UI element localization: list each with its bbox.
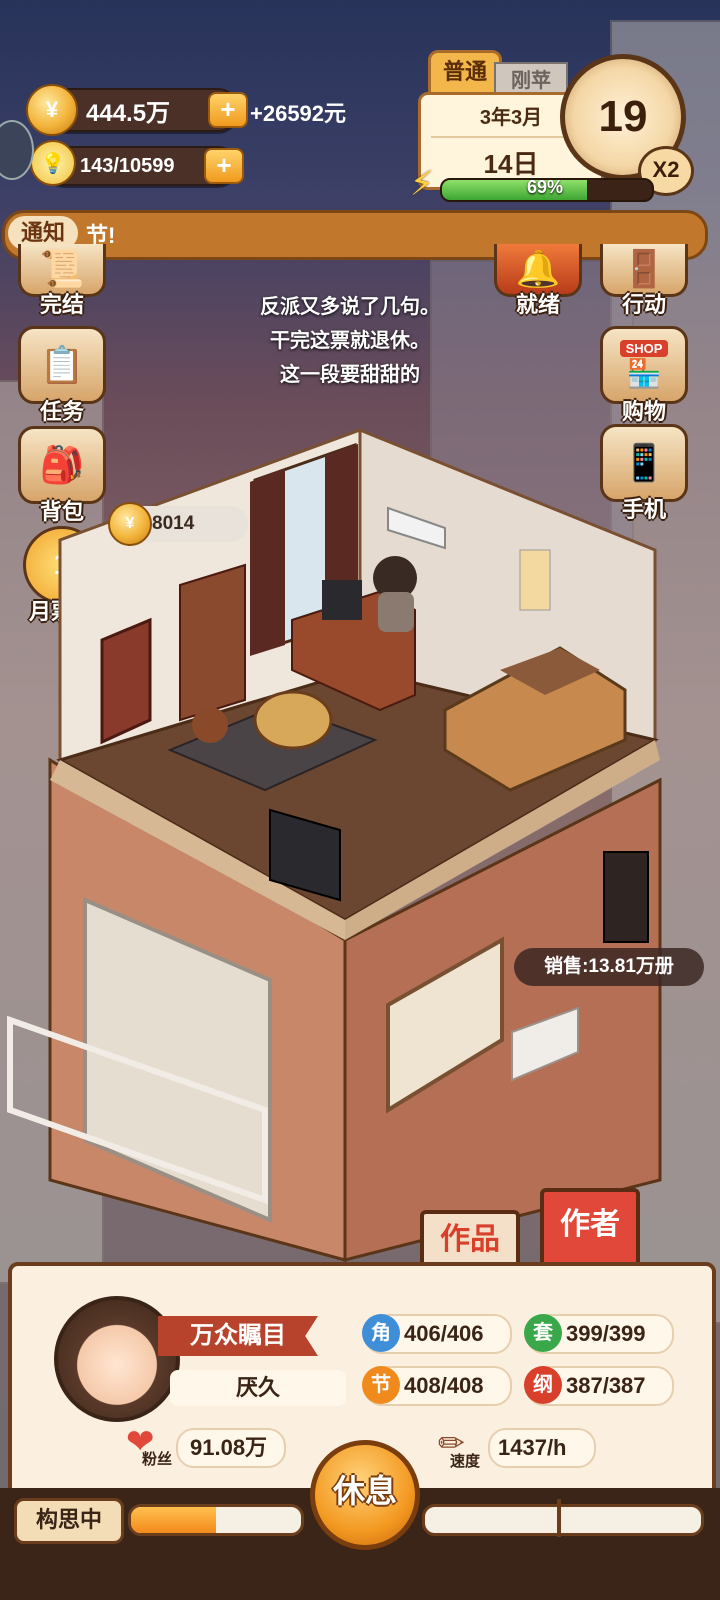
- stat-pacing: 节 408/408: [362, 1366, 512, 1406]
- cat-bed: [253, 690, 333, 750]
- coin-icon: ¥: [26, 84, 78, 136]
- sales-count: 销售:13.81万册: [514, 948, 704, 986]
- shop-button[interactable]: SHOP 🏪 购物: [598, 326, 690, 426]
- shop-badge: SHOP: [619, 340, 669, 357]
- routine-icon: 套: [524, 1314, 562, 1352]
- stat-character-value: 406/406: [404, 1321, 484, 1346]
- money-value: 444.5万: [86, 99, 171, 127]
- finish-button[interactable]: 📜 完结: [16, 244, 108, 319]
- ideas-value: 143/10599: [80, 154, 175, 177]
- energy-label: 69%: [526, 177, 564, 197]
- add-money-button[interactable]: +: [208, 92, 248, 128]
- stat-outline: 纲 387/387: [524, 1366, 674, 1406]
- add-ideas-button[interactable]: +: [204, 148, 244, 184]
- action-label: 行动: [621, 292, 666, 317]
- lightning-icon[interactable]: ⚡: [410, 164, 444, 204]
- outline-icon: 纲: [524, 1366, 562, 1404]
- stat-routine: 套 399/399: [524, 1314, 674, 1354]
- fans-label: 粉丝: [142, 1451, 173, 1468]
- status-label: 构思中: [14, 1498, 124, 1544]
- stat-routine-value: 399/399: [566, 1321, 646, 1346]
- works-tab[interactable]: 作品: [420, 1210, 520, 1270]
- fans-count: 91.08万: [176, 1428, 286, 1468]
- pacing-icon: 节: [362, 1366, 400, 1404]
- monitor: [322, 580, 362, 620]
- writing-progress-fill: [131, 1507, 216, 1533]
- stat-pacing-value: 408/408: [404, 1373, 484, 1398]
- curtain-left: [250, 468, 285, 656]
- money-delta: +26592元: [250, 101, 347, 126]
- dialog-box: 反派又多说了几句。 干完这票就退休。 这一段要甜甜的: [220, 290, 480, 392]
- assistant-face-icon[interactable]: [0, 120, 34, 180]
- speed-label: 速度: [450, 1453, 481, 1470]
- shop-icon: SHOP 🏪: [600, 326, 688, 404]
- author-tab[interactable]: 作者: [540, 1188, 640, 1268]
- countdown-value: 19: [598, 92, 648, 141]
- poster: [519, 549, 551, 611]
- door: [100, 617, 152, 745]
- ready-label: 就绪: [515, 292, 560, 317]
- action-button[interactable]: 🚪 行动: [598, 244, 690, 319]
- coin-bubble-value: 8014: [152, 513, 195, 534]
- tasks-button[interactable]: 📋 任务: [16, 326, 108, 426]
- speed-stat: 1437/h: [488, 1428, 596, 1468]
- difficulty-badge: 普通: [428, 50, 502, 96]
- room-scene[interactable]: [0, 420, 720, 1280]
- stat-outline-value: 387/387: [566, 1373, 646, 1398]
- speed-value: 1437/h: [498, 1435, 567, 1460]
- dog: [192, 707, 228, 743]
- rest-button[interactable]: 休息: [310, 1440, 420, 1550]
- author-avatar[interactable]: [54, 1296, 180, 1422]
- side-door: [603, 851, 649, 943]
- coin-bubble[interactable]: ¥ 8014: [108, 502, 248, 546]
- dialog-line-2: 干完这票就退休。: [270, 330, 430, 352]
- stat-character: 角 406/406: [362, 1314, 512, 1354]
- author-title: 万众瞩目: [158, 1316, 318, 1356]
- lightbulb-icon: 💡: [30, 140, 76, 186]
- dialog-line-3: 这一段要甜甜的: [280, 364, 420, 386]
- secondary-progress-bar: [422, 1499, 704, 1537]
- writing-progress-bar: [128, 1504, 304, 1536]
- ready-button[interactable]: 🔔 就绪: [492, 244, 584, 319]
- coin-bubble-icon: ¥: [108, 502, 152, 546]
- fans-value: 91.08万: [190, 1435, 268, 1460]
- checklist-icon: 📋: [18, 326, 106, 404]
- character-icon: 角: [362, 1314, 400, 1352]
- progress-marker: [557, 1499, 561, 1537]
- author-name: 厌久: [170, 1370, 346, 1406]
- finish-label: 完结: [39, 292, 84, 317]
- dialog-line-1: 反派又多说了几句。: [260, 296, 440, 318]
- bookshelf: [179, 563, 246, 722]
